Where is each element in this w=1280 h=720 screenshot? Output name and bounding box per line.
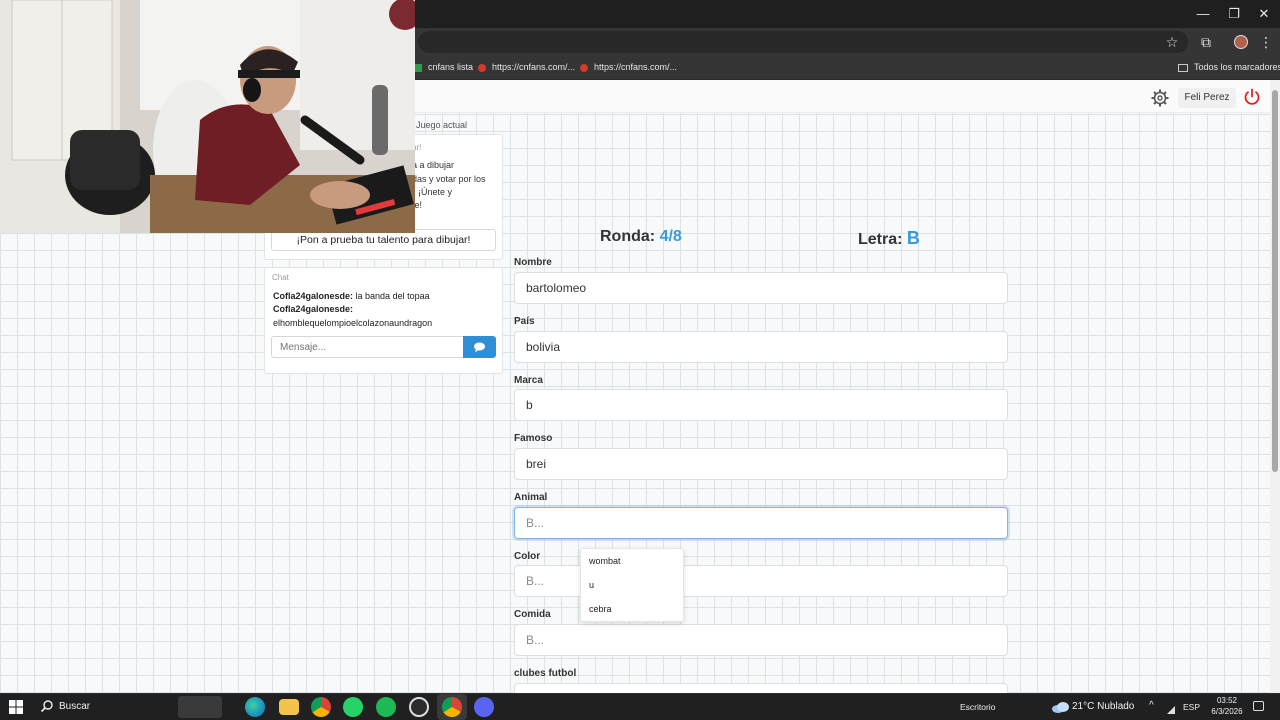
field-label-color: Color bbox=[514, 551, 541, 562]
chat-message: Cofla24galonesde: la banda del topaa bbox=[273, 291, 430, 301]
edge-icon[interactable] bbox=[245, 697, 265, 717]
webcam-image bbox=[0, 0, 415, 233]
minimize-button[interactable]: — bbox=[1188, 4, 1218, 24]
autocomplete-option[interactable]: cebra bbox=[589, 604, 612, 614]
windows-start-icon[interactable] bbox=[9, 700, 23, 714]
restore-button[interactable]: ❐ bbox=[1219, 4, 1249, 24]
bookmark-cnfans-lista[interactable]: cnfans lista bbox=[414, 59, 473, 75]
clock-time[interactable]: 03:52 bbox=[1212, 696, 1242, 705]
power-logout-icon[interactable] bbox=[1243, 88, 1261, 106]
letter-label: Letra: bbox=[858, 231, 903, 248]
field-label-famoso: Famoso bbox=[514, 433, 553, 444]
discord-icon[interactable] bbox=[474, 697, 494, 717]
autocomplete-option[interactable]: u bbox=[589, 580, 594, 590]
bookmark-cnfans-2[interactable]: https://cnfans.com/... bbox=[580, 59, 677, 75]
chat-username: Cofla24galonesde: bbox=[273, 304, 354, 314]
letter-indicator: Letra: B bbox=[858, 228, 920, 249]
letter-value: B bbox=[906, 228, 920, 248]
field-label-animal: Animal bbox=[514, 492, 548, 503]
field-label-comida: Comida bbox=[514, 609, 551, 620]
send-message-button[interactable] bbox=[463, 336, 496, 358]
desktop-label[interactable]: Escritorio bbox=[960, 702, 995, 712]
spotify-icon[interactable] bbox=[376, 697, 396, 717]
cloudy-weather-icon bbox=[1050, 700, 1070, 713]
chat-username: Cofla24galonesde: bbox=[273, 291, 354, 301]
settings-gear-icon[interactable] bbox=[1151, 89, 1169, 107]
user-name[interactable]: Feli Perez bbox=[1178, 88, 1236, 108]
invite-text-line: ¡Únete y bbox=[418, 187, 453, 197]
sheets-icon bbox=[414, 63, 422, 72]
file-explorer-icon[interactable] bbox=[279, 699, 299, 715]
whatsapp-icon[interactable] bbox=[343, 697, 363, 717]
weather-text[interactable]: 21°C Nublado bbox=[1072, 701, 1134, 712]
taskbar-search-label[interactable]: Buscar bbox=[59, 701, 90, 712]
clock-date[interactable]: 6/3/2026 bbox=[1204, 707, 1250, 716]
profile-avatar[interactable] bbox=[1234, 35, 1248, 49]
chat-text: la banda del topaa bbox=[353, 291, 430, 301]
search-highlight-image bbox=[178, 696, 222, 718]
field-label-pais: País bbox=[514, 316, 535, 327]
all-bookmarks[interactable]: Todos los marcadores bbox=[1178, 59, 1280, 75]
field-input-pais[interactable]: bolivia bbox=[514, 331, 1008, 363]
chat-bubble-icon bbox=[474, 342, 485, 353]
chat-message: Cofla24galonesde: bbox=[273, 304, 353, 314]
browser-menu-icon[interactable]: ⋮ bbox=[1256, 32, 1276, 52]
current-game-label: Juego actual bbox=[416, 120, 468, 130]
address-bar[interactable] bbox=[418, 31, 1188, 53]
cnfans-icon bbox=[580, 63, 588, 72]
round-value: 4/8 bbox=[659, 228, 682, 245]
chat-message-input[interactable] bbox=[271, 336, 464, 358]
cnfans-icon bbox=[478, 63, 486, 72]
field-input-clubes-futbol[interactable] bbox=[514, 683, 1008, 693]
field-label-nombre: Nombre bbox=[514, 257, 552, 268]
field-input-animal[interactable]: B... bbox=[514, 507, 1008, 539]
webcam-overlay bbox=[0, 0, 415, 233]
bookmark-cnfans-1[interactable]: https://cnfans.com/... bbox=[478, 59, 575, 75]
bookmark-star-icon[interactable]: ☆ bbox=[1162, 32, 1182, 52]
field-label-clubes-futbol: clubes futbol bbox=[514, 668, 577, 679]
close-window-button[interactable]: ✕ bbox=[1249, 4, 1279, 24]
invite-text-line: das y votar por los bbox=[412, 174, 486, 184]
language-indicator[interactable]: ESP bbox=[1183, 702, 1200, 712]
folder-icon bbox=[1178, 63, 1188, 72]
field-input-nombre[interactable]: bartolomeo bbox=[514, 272, 1008, 304]
field-label-marca: Marca bbox=[514, 375, 543, 386]
chrome-icon[interactable] bbox=[311, 697, 331, 717]
taskbar-search-icon[interactable] bbox=[40, 699, 54, 713]
field-input-comida[interactable]: B... bbox=[514, 624, 1008, 656]
chat-text: elhomblequelompioelcolazonaundragon bbox=[273, 318, 433, 328]
page-scrollbar-thumb[interactable] bbox=[1272, 90, 1278, 472]
extensions-icon[interactable]: ⧉ bbox=[1196, 32, 1216, 52]
round-label: Ronda: bbox=[600, 228, 656, 245]
invite-text-line: a a dibujar bbox=[412, 160, 455, 170]
autocomplete-option[interactable]: wombat bbox=[589, 556, 621, 566]
wifi-icon[interactable] bbox=[1166, 702, 1176, 714]
autocomplete-dropdown: wombat u cebra bbox=[580, 548, 684, 622]
chat-title: Chat bbox=[272, 273, 289, 282]
notifications-icon[interactable] bbox=[1253, 701, 1264, 711]
field-input-marca[interactable]: b bbox=[514, 389, 1008, 421]
round-indicator: Ronda: 4/8 bbox=[600, 228, 682, 246]
field-input-famoso[interactable]: brei bbox=[514, 448, 1008, 480]
chrome-active-icon[interactable] bbox=[442, 697, 462, 717]
obs-icon[interactable] bbox=[409, 697, 429, 717]
tray-chevron-icon[interactable]: ^ bbox=[1149, 700, 1154, 711]
